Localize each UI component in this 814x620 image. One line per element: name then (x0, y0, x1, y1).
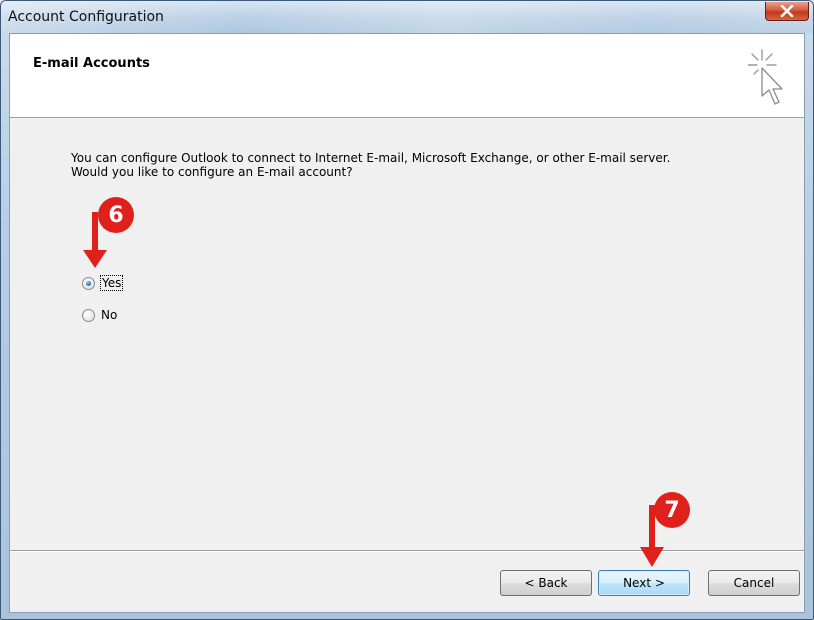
window-title: Account Configuration (8, 9, 164, 25)
back-button[interactable]: < Back (500, 570, 592, 596)
radio-button-no[interactable] (82, 308, 95, 322)
next-button[interactable]: Next > (598, 570, 690, 596)
cancel-button[interactable]: Cancel (708, 570, 800, 596)
dialog-window: Account Configuration E-mail Accounts Yo… (0, 0, 814, 620)
radio-label-no[interactable]: No (101, 308, 117, 322)
radio-label-yes[interactable]: Yes (99, 275, 124, 291)
wizard-cursor-icon (748, 49, 783, 105)
arrow-down-icon (83, 212, 107, 268)
wizard-header: E-mail Accounts (10, 34, 804, 118)
page-title: E-mail Accounts (33, 56, 150, 71)
arrow-down-icon (640, 505, 664, 567)
radio-button-yes[interactable] (82, 276, 95, 290)
close-icon (780, 5, 794, 17)
question-text: You can configure Outlook to connect to … (71, 151, 671, 179)
close-button[interactable] (765, 2, 809, 21)
radio-yes[interactable]: Yes (82, 274, 124, 292)
footer-separator (10, 550, 804, 552)
dialog-body: E-mail Accounts You can configure Outloo… (9, 33, 805, 613)
title-bar[interactable]: Account Configuration (1, 1, 813, 33)
radio-no[interactable]: No (82, 306, 117, 324)
